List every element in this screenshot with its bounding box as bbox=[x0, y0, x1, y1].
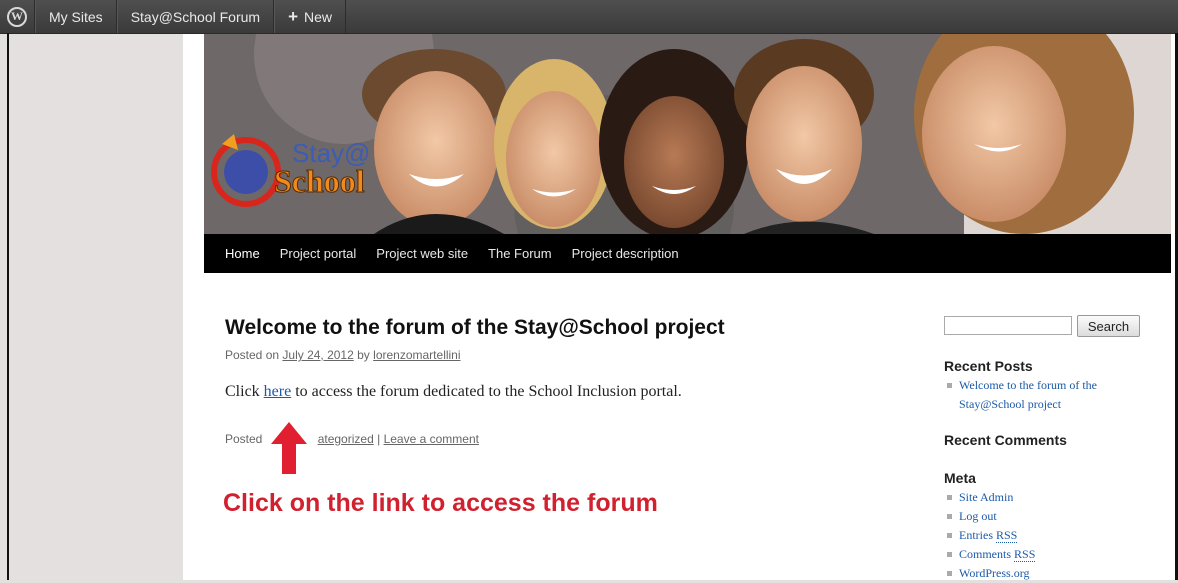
header-photo: Stay@ School bbox=[204, 34, 1171, 234]
recent-post-line1: Welcome to the forum of the bbox=[959, 378, 1097, 392]
forum-here-link[interactable]: here bbox=[264, 383, 292, 400]
recent-posts-list: Welcome to the forum of the Stay@School … bbox=[944, 376, 1097, 414]
author-link[interactable]: lorenzomartellini bbox=[373, 348, 460, 362]
by-label: by bbox=[357, 348, 370, 362]
main-nav: Home Project portal Project web site The… bbox=[204, 234, 1171, 273]
recent-posts-title: Recent Posts bbox=[944, 358, 1033, 374]
post-body: Click here to access the forum dedicated… bbox=[225, 383, 682, 401]
search-input[interactable] bbox=[944, 316, 1072, 335]
footer-separator: | bbox=[377, 432, 381, 446]
nav-item-the-forum[interactable]: The Forum bbox=[478, 246, 562, 261]
meta-list: Site Admin Log out Entries RSS Comments … bbox=[944, 488, 1036, 583]
page-container: Stay@ School Home Project portal Project… bbox=[183, 34, 1175, 580]
plus-icon: + bbox=[288, 6, 298, 26]
annotation-text: Click on the link to access the forum bbox=[223, 489, 658, 517]
post-date-link[interactable]: July 24, 2012 bbox=[282, 348, 353, 362]
body-prefix: Click bbox=[225, 383, 260, 400]
category-link[interactable]: ategorized bbox=[318, 432, 374, 446]
entries-rss-link[interactable]: Entries RSS bbox=[944, 526, 1035, 545]
posted-in-label: Posted bbox=[225, 432, 263, 446]
header-image[interactable]: Stay@ School bbox=[204, 34, 1171, 234]
post-meta: Posted on July 24, 2012 by lorenzomartel… bbox=[225, 348, 461, 362]
recent-post-line2: Stay@School project bbox=[959, 397, 1062, 411]
post-footer: Posted ategorized | Leave a comment bbox=[225, 432, 479, 446]
logo-text-bottom: School bbox=[274, 163, 365, 199]
nav-item-project-web-site[interactable]: Project web site bbox=[366, 246, 478, 261]
new-label: New bbox=[304, 8, 333, 25]
entries-rss-abbr: RSS bbox=[996, 528, 1018, 543]
comments-rss-link[interactable]: Comments RSS bbox=[944, 545, 1036, 564]
nav-item-project-portal[interactable]: Project portal bbox=[270, 246, 367, 261]
wordpress-logo-button[interactable]: W bbox=[0, 0, 35, 33]
comments-rss-abbr: RSS bbox=[1014, 547, 1036, 562]
site-admin-link[interactable]: Site Admin bbox=[944, 488, 1035, 507]
post-title[interactable]: Welcome to the forum of the Stay@School … bbox=[225, 316, 725, 340]
wordpress-logo-icon: W bbox=[7, 6, 27, 27]
my-sites-label: My Sites bbox=[49, 8, 103, 25]
entries-label: Entries bbox=[959, 528, 993, 542]
recent-comments-title: Recent Comments bbox=[944, 432, 1067, 448]
red-arrow-up-icon bbox=[271, 422, 307, 474]
admin-bar: W My Sites Stay@School Forum + New bbox=[0, 0, 1178, 34]
frame-border-left bbox=[7, 33, 9, 580]
nav-item-home[interactable]: Home bbox=[204, 246, 270, 261]
nav-item-project-description[interactable]: Project description bbox=[562, 246, 689, 261]
posted-on-label: Posted on bbox=[225, 348, 280, 362]
recent-post-item[interactable]: Welcome to the forum of the Stay@School … bbox=[944, 376, 1097, 414]
body-suffix: to access the forum dedicated to the Sch… bbox=[295, 383, 682, 400]
log-out-link[interactable]: Log out bbox=[944, 507, 1035, 526]
search-button[interactable]: Search bbox=[1077, 315, 1140, 337]
meta-title: Meta bbox=[944, 470, 976, 486]
my-sites-menu[interactable]: My Sites bbox=[35, 0, 117, 33]
site-name-label: Stay@School Forum bbox=[130, 8, 261, 25]
comments-label: Comments bbox=[959, 547, 1012, 561]
new-content-menu[interactable]: + New bbox=[274, 0, 347, 33]
site-name-menu[interactable]: Stay@School Forum bbox=[116, 0, 275, 33]
wordpress-org-link[interactable]: WordPress.org bbox=[944, 564, 1035, 583]
leave-comment-link[interactable]: Leave a comment bbox=[384, 432, 479, 446]
